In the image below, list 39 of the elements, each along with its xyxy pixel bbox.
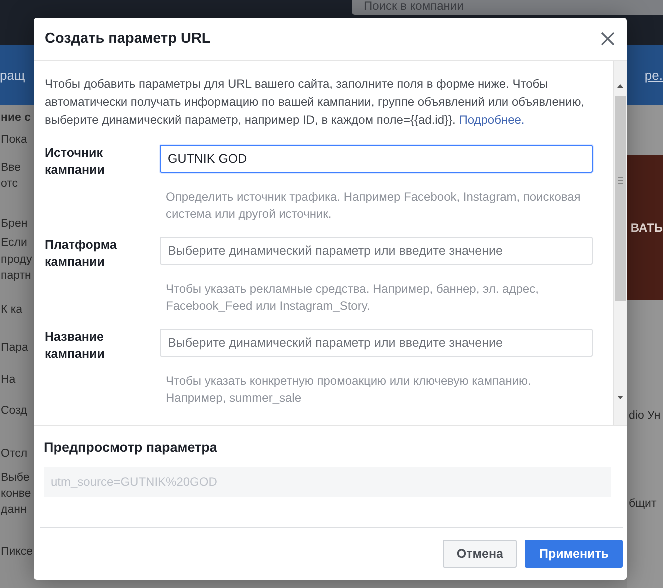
- scrollbar-drawing[interactable]: [613, 61, 627, 425]
- text-input[interactable]: Выберите динамический параметр или введите значение: [160, 329, 593, 357]
- background-text: конве: [1, 487, 32, 501]
- field-hint: Чтобы указать рекламные средства. Например, баннер, эл. адрес, Facebook_Feed или Instagram_Story.: [165, 281, 540, 315]
- background-text: Пара: [1, 341, 30, 355]
- text-input[interactable]: GUTNIK GOD: [160, 145, 593, 173]
- background-text: Пока: [1, 133, 28, 147]
- background-text: Брен: [1, 217, 29, 231]
- background-text: На: [1, 373, 17, 387]
- background-text: ние с: [1, 111, 32, 125]
- background-text: отс: [1, 177, 20, 191]
- background-text: Вве: [1, 161, 22, 175]
- close-icon[interactable]: [601, 32, 615, 46]
- apply-button[interactable]: Применить: [525, 540, 623, 568]
- background-text: бщит: [628, 498, 658, 510]
- preview-title: Предпросмотр параметра: [44, 440, 218, 455]
- banner-text: ращ: [0, 68, 26, 82]
- background-text: Выбе: [1, 471, 31, 485]
- text-input[interactable]: Выберите динамический параметр или введите значение: [160, 237, 593, 265]
- field-label: Платформа кампании: [45, 237, 118, 271]
- background-text: Пиксе: [1, 545, 34, 559]
- background-text: партн: [1, 269, 32, 283]
- background-text: проду: [1, 253, 34, 267]
- background-text: Если: [1, 236, 28, 250]
- background-text: данн: [1, 503, 28, 517]
- field-hint: Определить источник трафика. Например Facebook, Instagram, поисковая система или другой источник.: [165, 189, 582, 223]
- intro-text: Чтобы добавить параметры для URL вашего сайта, заполните поля в форме ниже. Чтобы автоматически получать информацию по вашей кампании, группе объявлений или объявлению, выберите динамический параметр, например ID, в каждом поле={{ad.id}}. Подробнее.: [45, 76, 586, 129]
- background-text: Отсл: [1, 447, 29, 461]
- cancel-button[interactable]: Отмена: [442, 540, 518, 568]
- field-label: Источник кампании: [45, 145, 106, 179]
- field-hint: Чтобы указать конкретную промоакцию или ключевую кампанию. Например, summer_sale: [165, 373, 532, 407]
- banner-link[interactable]: ре.: [644, 68, 663, 82]
- image-text: ВАТЬ: [630, 220, 663, 234]
- field-label: Название кампании: [45, 329, 106, 363]
- background-text: К ка: [1, 303, 24, 317]
- dialog-title: Создать параметр URL: [45, 31, 211, 47]
- background-text: dio Ун: [628, 410, 662, 422]
- background-text: Созд: [1, 404, 28, 418]
- learn-more-link[interactable]: Подробнее.: [459, 113, 525, 127]
